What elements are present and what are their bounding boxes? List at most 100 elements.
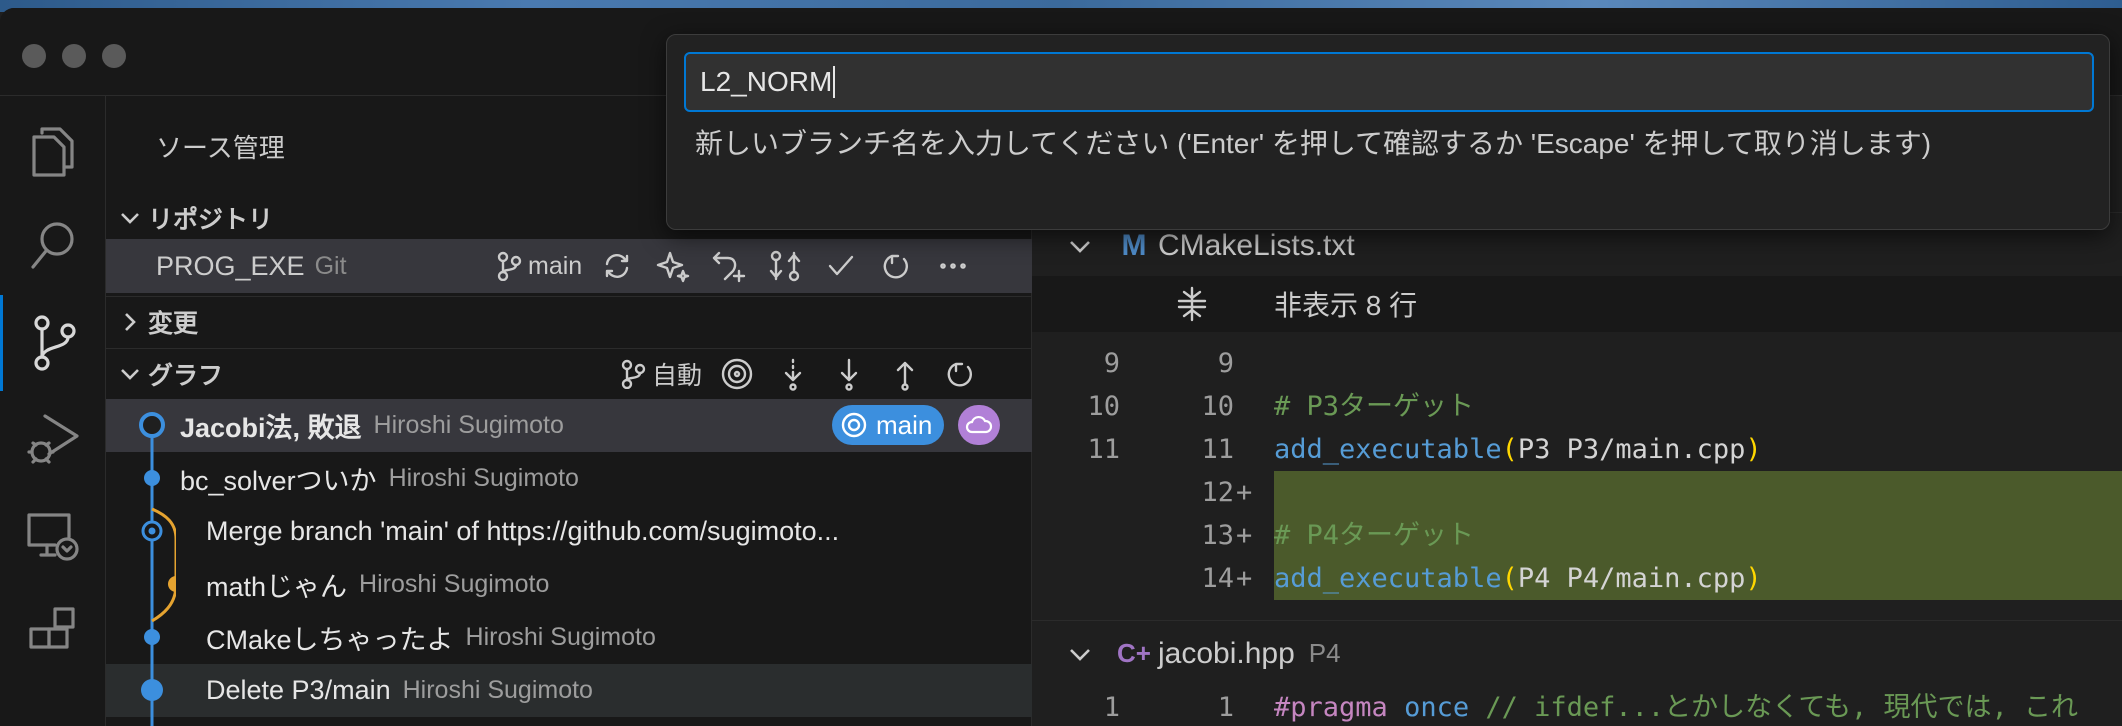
maximize-window-button[interactable] — [102, 44, 126, 68]
commit-row[interactable]: Merge branch 'main' of https://github.co… — [106, 505, 1032, 558]
code-line[interactable]: 10 10 # P3ターゲット — [1032, 385, 2122, 428]
graph-section-header[interactable]: グラフ 自動 — [106, 348, 1032, 398]
repositories-label: リポジトリ — [148, 206, 274, 234]
commit-author: Hiroshi Sugimoto — [388, 464, 579, 492]
undo-commit-button[interactable] — [708, 245, 750, 287]
code-token: ( — [1501, 563, 1518, 594]
code-token: #pragma — [1274, 692, 1388, 723]
branch-name-value: L2_NORM — [700, 66, 833, 97]
code-text: # P4ターゲット — [1274, 514, 2122, 557]
branch-picker-button[interactable]: main — [496, 251, 582, 281]
code-line[interactable]: 99 — [1032, 342, 2122, 385]
vscode-window: ソース管理 リポジトリ PROG_EXE Git main 変更 グラフ 自動 … — [0, 8, 2122, 726]
changes-section-header[interactable]: 変更 — [106, 296, 1032, 346]
added-code-line[interactable]: 14 + add_executable(P4 P4/main.cpp) — [1032, 557, 2122, 600]
commit-row[interactable]: Delete P3/main Hiroshi Sugimoto — [106, 664, 1032, 717]
commit-row[interactable]: Jacobi法, 敗退 Hiroshi Sugimoto main — [106, 399, 1032, 452]
added-code-line[interactable]: 13 + # P4ターゲット — [1032, 514, 2122, 557]
commit-row[interactable]: mathじゃん Hiroshi Sugimoto — [106, 558, 1032, 611]
graph-scope-picker[interactable]: 自動 — [620, 356, 702, 392]
remote-badge[interactable] — [958, 405, 1000, 445]
git-branch-icon — [497, 251, 522, 281]
old-line-number: 10 — [1087, 391, 1120, 422]
graph-toolbar: 自動 — [620, 353, 982, 395]
graph-refresh-button[interactable] — [940, 353, 982, 395]
remote-explorer-icon — [27, 513, 79, 561]
target-icon — [721, 358, 753, 390]
source-control-icon — [33, 315, 76, 371]
hidden-lines-row[interactable]: 非表示 8 行 — [1032, 276, 2122, 332]
repo-toolbar: main — [496, 245, 974, 287]
fetch-button[interactable] — [772, 353, 814, 395]
push-button[interactable] — [884, 353, 926, 395]
code-line[interactable]: 1 1 #pragma once // ifdef...とかしなくても, 現代で… — [1032, 686, 2122, 726]
repository-row[interactable]: PROG_EXE Git main — [106, 239, 1032, 293]
code-token: ( — [1501, 434, 1518, 465]
activity-source-control[interactable] — [0, 295, 106, 391]
chevron-down-icon — [1060, 642, 1100, 666]
unfold-icon — [1177, 286, 1207, 322]
commit-node-head — [139, 412, 165, 438]
diff-marker: + — [1236, 520, 1253, 551]
commit-author: Hiroshi Sugimoto — [402, 676, 593, 704]
commit-message: Merge branch 'main' of https://github.co… — [206, 516, 840, 546]
activity-search[interactable] — [0, 199, 106, 295]
file-header-jacobi[interactable]: C+ jacobi.hpp P4 — [1032, 620, 2122, 686]
code-token: # P4ターゲット — [1274, 520, 1475, 551]
file-name: CMakeLists.txt — [1158, 228, 1355, 262]
go-to-current-button[interactable] — [716, 353, 758, 395]
code-token: // ifdef...とかしなくても, 現代では, これ — [1469, 692, 2079, 723]
sync-button[interactable] — [596, 245, 638, 287]
code-token: add_executable — [1274, 434, 1502, 465]
commit-author: Hiroshi Sugimoto — [359, 570, 550, 598]
undo-icon — [712, 251, 746, 283]
graph-label: グラフ — [148, 361, 224, 390]
more-actions-button[interactable] — [932, 245, 974, 287]
commit-message: Jacobi法, 敗退 — [180, 413, 362, 443]
new-line-number: 1 — [1217, 692, 1234, 723]
code-text: add_executable(P3 P3/main.cpp) — [1274, 428, 2122, 471]
activity-run-debug[interactable] — [0, 391, 106, 487]
activity-remote-explorer[interactable] — [0, 487, 106, 583]
chevron-down-icon — [112, 363, 148, 385]
diff-marker: + — [1236, 477, 1253, 508]
commit-author: Hiroshi Sugimoto — [373, 411, 564, 439]
activity-extensions[interactable] — [0, 583, 106, 679]
new-line-number: 13 — [1201, 520, 1234, 551]
extensions-icon — [29, 607, 75, 649]
cloud-icon — [965, 415, 993, 434]
refresh-button[interactable] — [876, 245, 918, 287]
code-token: ) — [1745, 434, 1762, 465]
generate-commit-message-button[interactable] — [652, 245, 694, 287]
commit-row[interactable]: bc_solverついか Hiroshi Sugimoto — [106, 452, 1032, 505]
pull-button[interactable] — [828, 353, 870, 395]
code-token: add_executable — [1274, 563, 1502, 594]
commit-row[interactable]: CMakeしちゃったよ Hiroshi Sugimoto — [106, 611, 1032, 664]
branch-name-input[interactable]: L2_NORM — [684, 52, 2094, 112]
view-changes-button[interactable] — [764, 245, 806, 287]
commit-graph — [139, 412, 176, 726]
old-line-number: 11 — [1087, 434, 1120, 465]
minimize-window-button[interactable] — [62, 44, 86, 68]
new-line-number: 14 — [1201, 563, 1234, 594]
code-token: # P3ターゲット — [1274, 391, 1475, 422]
code-text — [1274, 471, 2122, 514]
diff-marker: + — [1236, 563, 1253, 594]
check-icon — [828, 255, 854, 276]
debug-icon — [27, 414, 79, 464]
sparkle-icon — [656, 251, 690, 283]
ellipsis-icon — [940, 263, 966, 269]
chevron-right-icon — [112, 311, 148, 333]
text-caret — [833, 66, 836, 98]
commit-button[interactable] — [820, 245, 862, 287]
changes-label: 変更 — [148, 309, 199, 338]
branch-name: main — [528, 251, 583, 280]
close-window-button[interactable] — [22, 44, 46, 68]
activity-explorer[interactable] — [0, 103, 106, 199]
commit-message: Delete P3/main — [206, 675, 391, 705]
added-code-line[interactable]: 12 + — [1032, 471, 2122, 514]
code-line[interactable]: 11 11 add_executable(P3 P3/main.cpp) — [1032, 428, 2122, 471]
branch-badge[interactable]: main — [832, 405, 945, 445]
